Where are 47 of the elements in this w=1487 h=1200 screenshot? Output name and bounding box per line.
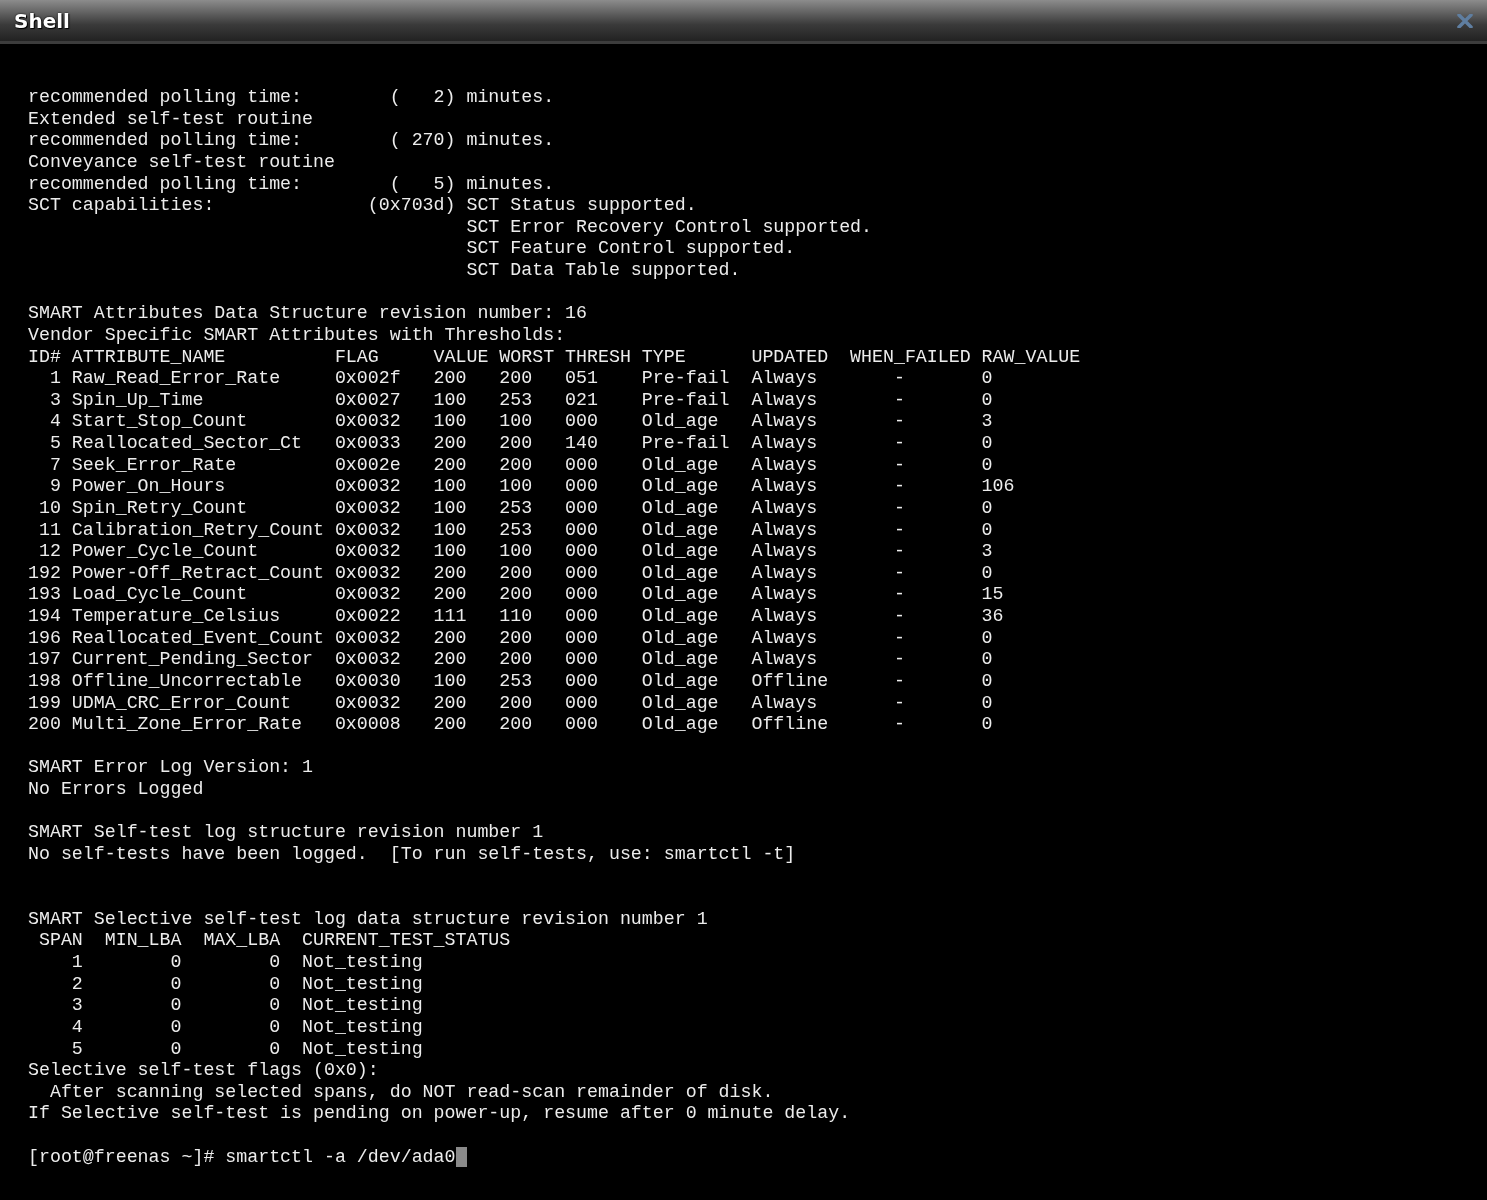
terminal-line: After scanning selected spans, do NOT read-scan remainder of disk. [48, 1081, 774, 1104]
terminal-line: 193 Load_Cycle_Count 0x0032 200 200 000 Old_age Always - 15 [28, 584, 1004, 606]
terminal-line: recommended polling time: ( 5) minutes. [28, 173, 555, 196]
terminal-line: 2 0 0 Not_testing [70, 973, 423, 996]
terminal-line: If Selective self-test is pending on power-up, resume after 0 minute delay. [28, 1103, 851, 1125]
terminal-line: 7 Seek_Error_Rate 0x002e 200 200 000 Old_age Always - 0 [48, 454, 993, 477]
terminal-line: 192 Power-Off_Retract_Count 0x0032 200 200 000 Old_age Always - 0 [28, 562, 993, 585]
terminal-line: SCT capabilities: (0x703d) SCT Status supported. [28, 195, 697, 217]
terminal-line: ID# ATTRIBUTE_NAME FLAG VALUE WORST THRESH TYPE UPDATED WHEN_FAILED RAW_VALUE [28, 346, 1081, 369]
terminal-line: SCT Error Recovery Control supported. [465, 216, 872, 239]
terminal-line: 5 Reallocated_Sector_Ct 0x0033 200 200 140 Pre-fail Always - 0 [48, 433, 993, 455]
terminal-line: SCT Data Table supported. [465, 260, 741, 282]
text-cursor [455, 1147, 467, 1168]
terminal-line: 3 0 0 Not_testing [70, 995, 423, 1017]
terminal-line: SMART Selective self-test log data structure revision number 1 [28, 908, 708, 931]
terminal-line: SMART Self-test log structure revision number 1 [28, 822, 544, 844]
window-title: Shell [14, 7, 70, 35]
terminal-line: SMART Error Log Version: 1 [28, 757, 313, 779]
terminal-line: 199 UDMA_CRC_Error_Count 0x0032 200 200 000 Old_age Always - 0 [28, 692, 993, 715]
terminal-line: SMART Attributes Data Structure revision number: 16 [28, 303, 588, 325]
terminal-line: Extended self-test routine [28, 108, 313, 131]
terminal-line: 12 Power_Cycle_Count 0x0032 100 100 000 Old_age Always - 3 [37, 541, 993, 563]
terminal-line: 198 Offline_Uncorrectable 0x0030 100 253 000 Old_age Offline - 0 [28, 670, 993, 693]
close-icon[interactable] [1457, 13, 1473, 28]
terminal-line: 3 Spin_Up_Time 0x0027 100 253 021 Pre-fail Always - 0 [48, 389, 993, 412]
terminal-line: 1 Raw_Read_Error_Rate 0x002f 200 200 051 Pre-fail Always - 0 [48, 368, 993, 390]
terminal-line: 4 Start_Stop_Count 0x0032 100 100 000 Old_age Always - 3 [48, 411, 993, 433]
terminal-line: 11 Calibration_Retry_Count 0x0032 100 253 000 Old_age Always - 0 [37, 519, 993, 542]
terminal-line: 194 Temperature_Celsius 0x0022 111 110 000 Old_age Always - 36 [28, 606, 1004, 628]
terminal-line: 9 Power_On_Hours 0x0032 100 100 000 Old_age Always - 106 [48, 476, 1015, 498]
terminal-line: 196 Reallocated_Event_Count 0x0032 200 200 000 Old_age Always - 0 [28, 627, 993, 650]
terminal-line: Selective self-test flags (0x0): [28, 1060, 379, 1082]
terminal-line: 1 0 0 Not_testing [70, 952, 423, 974]
terminal-line: SPAN MIN_LBA MAX_LBA CURRENT_TEST_STATUS [37, 930, 511, 952]
terminal-line: 4 0 0 Not_testing [70, 1016, 423, 1039]
command-prompt: [root@freenas ~]# smartctl -a /dev/ada0 [28, 1146, 456, 1169]
terminal-line: recommended polling time: ( 270) minutes. [28, 130, 555, 152]
terminal-line: 10 Spin_Retry_Count 0x0032 100 253 000 Old_age Always - 0 [37, 497, 993, 520]
terminal-line: Vendor Specific SMART Attributes with Thresholds: [28, 324, 566, 347]
terminal-line: No self-tests have been logged. [To run self-tests, use: smartctl -t] [28, 843, 796, 866]
terminal-line: 200 Multi_Zone_Error_Rate 0x0008 200 200 000 Old_age Offline - 0 [28, 714, 993, 736]
terminal-line: SCT Feature Control supported. [465, 238, 796, 260]
terminal-line: Conveyance self-test routine [28, 151, 335, 174]
terminal-line: 5 0 0 Not_testing [70, 1038, 423, 1061]
terminal-line: 197 Current_Pending_Sector 0x0032 200 200 000 Old_age Always - 0 [28, 649, 993, 671]
terminal-line: recommended polling time: ( 2) minutes. [28, 87, 555, 109]
terminal-line: No Errors Logged [28, 779, 204, 801]
